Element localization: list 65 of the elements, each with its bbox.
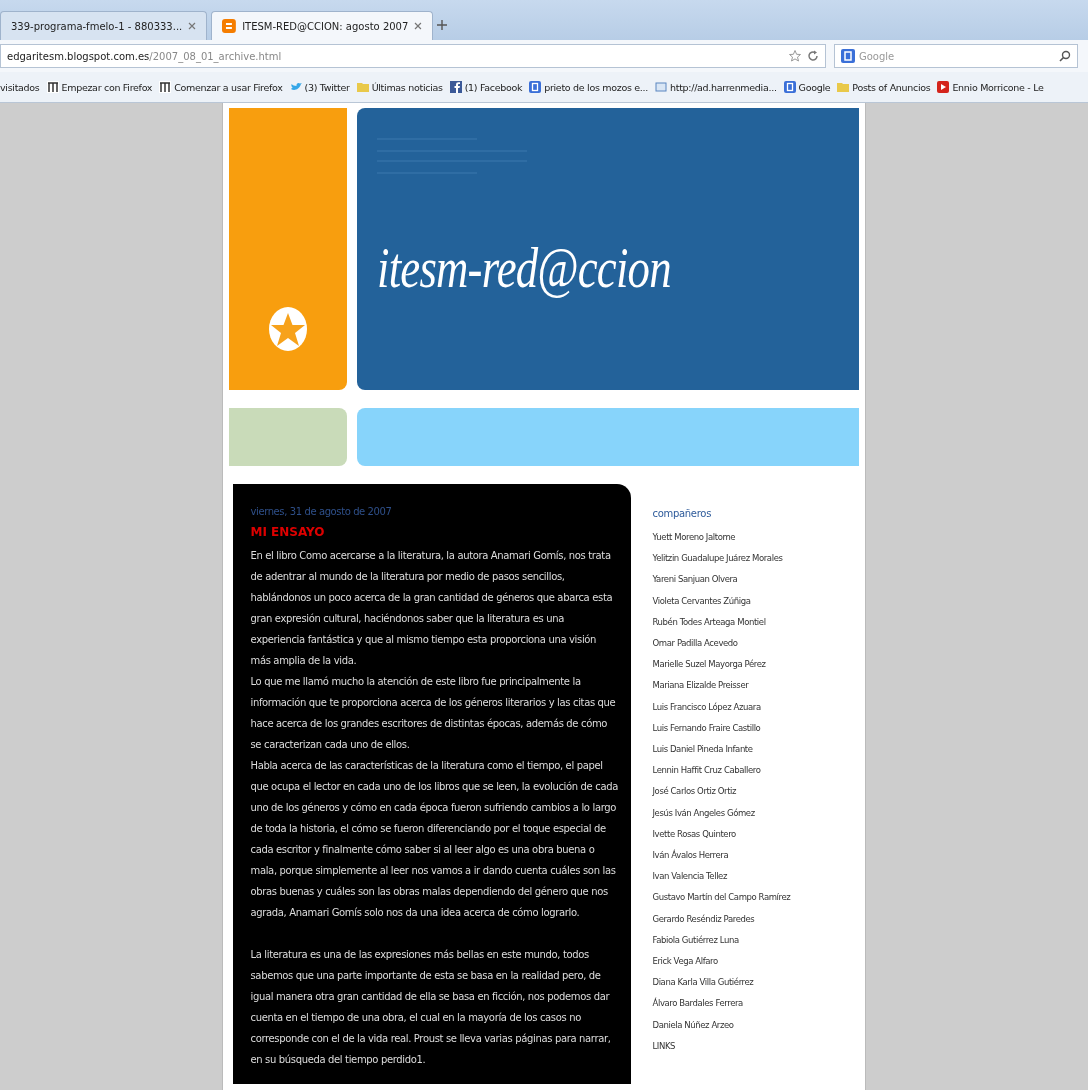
sidebar-link[interactable]: Jesús Iván Angeles Gómez [652,802,791,824]
sidebar-link[interactable]: Gerardo Reséndiz Paredes [652,908,791,930]
sidebar-link[interactable]: Daniela Núñez Arzeo [652,1014,791,1036]
blog-title[interactable]: itesm-red@ccion [376,236,763,300]
sidebar-link[interactable]: Omar Padilla Acevedo [652,633,791,655]
sidebar-link[interactable]: Ivan Valencia Tellez [652,866,791,888]
post-paragraph: Lo que me llamó mucho la atención de este libro fue principalmente la información que te proporciona acerca de los géneros literarios y las citas que hace acerca de los grandes escritores de distintas épocas, además de cómo se caracterizan cada uno de ellos. [250,675,617,752]
blogger-icon [222,19,237,33]
sidebar-link[interactable]: Lennin Haffit Cruz Caballero [652,760,791,782]
star-icon [789,50,801,62]
url-text: edgaritesm.blogspot.com.es/2007_08_01_archive.html [7,50,282,62]
sidebar-link[interactable]: Rubén Todes Arteaga Montiel [652,611,791,633]
sidebar-link[interactable]: Luis Fernando Fraire Castillo [652,717,791,740]
bookmark-link[interactable]: Comenzar a usar Firefox [159,81,283,93]
sidebar-link[interactable]: José Carlos Ortiz Ortiz [652,781,791,803]
sidebar-link[interactable]: Yuett Moreno Jaltome [652,527,791,549]
folder-icon [837,81,850,93]
sidebar-link[interactable]: Iván Ávalos Herrera [652,845,791,867]
sidebar-link[interactable]: LINKS [652,1035,791,1058]
bird-icon [289,81,302,93]
sidebar-link[interactable]: Marielle Suzel Mayorga Pérez [652,654,791,676]
page-icon [655,81,668,93]
post-paragraph: Habla acerca de las características de la literatura como el tiempo, el papel que ocupa el lector en cada uno de los libros que se leen, la evolución de cada uno de los géneros y cómo en cada época fueron sufriendo cambios a lo largo de toda la historia, el cómo se fueron diferenciando por el toque especial de cada escritor y finalmente cómo saber si al leer algo es una obra buena o mala, porque simplemente al leer nos vamos a ir dando cuenta cuáles son las obras buenas y cuáles son las obras malas dependiendo del género que nos agrada, Anamari Gomís solo nos da una idea acerca de cómo lograrlo. [250,759,619,920]
f-icon [449,81,462,93]
browser-tab[interactable]: 339-programa-fmelo-1 - 880333... [0,11,208,40]
sidebar-link[interactable]: Álvaro Bardales Ferrera [652,993,791,1015]
search-icon [1059,50,1071,62]
bookmark-link[interactable]: http://ad.harrenmedia... [655,81,777,93]
bookmark-link[interactable]: visitados [0,81,40,93]
sidebar-link[interactable]: Mariana Elizalde Preisser [652,675,791,697]
sidebar-link[interactable]: Yelitzin Guadalupe Juárez Morales [652,548,791,570]
address-bar[interactable]: edgaritesm.blogspot.com.es/2007_08_01_archive.html [0,44,826,68]
bookmark-link[interactable]: Empezar con Firefox [46,81,153,93]
close-icon [188,22,197,30]
post-title[interactable]: MI ENSAYO [250,525,619,539]
m-icon [46,81,59,93]
sidebar-link[interactable]: Luis Francisco López Azuara [652,696,791,718]
sidebar-link[interactable]: Erick Vega Alfaro [652,951,791,973]
sidebar-heading: compañeros [652,508,713,519]
video-icon [937,81,950,93]
sidebar-link[interactable]: Violeta Cervantes Zúñiga [652,590,791,612]
bookmark-link[interactable]: Ennio Morricone - Le [937,81,1044,93]
bookmark-link[interactable]: Últimas noticias [356,81,443,93]
bookmark-link[interactable]: prieto de los mozos e... [529,81,649,93]
reload-icon [807,50,819,62]
sidebar-link[interactable]: Yareni Sanjuan Olvera [652,569,791,591]
tab-label: ITESM-RED@CCION: agosto 2007 [242,20,409,32]
sidebar-link[interactable]: Luis Daniel Pineda Infante [652,739,791,761]
browser-tab[interactable]: ITESM-RED@CCION: agosto 2007 [211,11,434,40]
bookmark-link[interactable]: Posts of Anuncios [837,81,931,93]
m-icon [159,81,172,93]
sidebar-link[interactable]: Ivette Rosas Quintero [652,823,791,846]
new-tab-icon [437,20,448,30]
sidebar-link[interactable]: Fabiola Gutiérrez Luna [652,929,791,952]
sidebar-link[interactable]: Gustavo Martín del Campo Ramírez [652,887,791,909]
folder-icon [356,81,369,93]
tab-label: 339-programa-fmelo-1 - 880333... [11,20,183,32]
bookmark-link[interactable]: (1) Facebook [449,81,523,93]
post-date: viernes, 31 de agosto de 2007 [250,506,393,517]
post-paragraph: En el libro Como acercarse a la literatura, la autora Anamari Gomís, nos trata de adentrar al mundo de la literatura por medio de pasos sencillos, hablándonos un poco acerca de la gran cantidad de géneros que abarca esta gran expresión cultural, haciéndonos saber que la literatura es una experiencia fantástica y que al mismo tiempo esta proporciona una visión más amplia de la vida. [250,549,614,668]
close-icon [414,22,423,30]
post-paragraph: La literatura es una de las expresiones más bellas en este mundo, todos sabemos que una parte importante de esta se basa en la realidad pero, de igual manera otra gran cantidad de ella se basa en ficción, nos podemos dar cuenta en el tiempo de una obra, el cual en la mayoría de los casos no corresponde con el de la vida real. Proust se lleva varias páginas para narrar, en su búsqueda del tiempo perdido1. [250,948,612,1067]
sidebar-link[interactable]: Diana Karla Villa Gutiérrez [652,972,791,994]
bookmark-link[interactable]: (3) Twitter [289,81,350,93]
bookmark-link[interactable]: Google [783,81,831,93]
